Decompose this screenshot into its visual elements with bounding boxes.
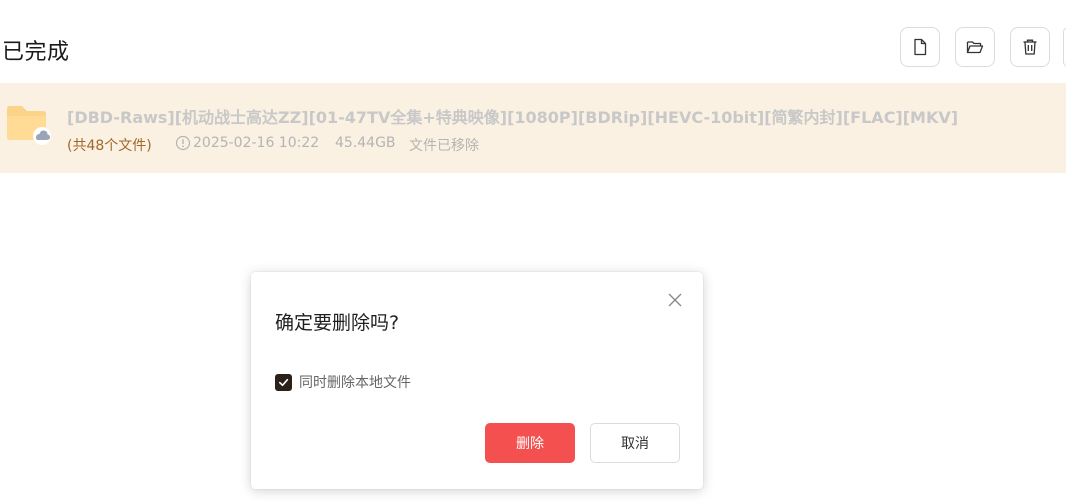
confirm-delete-dialog: 确定要删除吗? 同时删除本地文件 删除 取消: [251, 272, 703, 489]
header-bar: 已完成: [0, 0, 1066, 82]
close-icon[interactable]: [667, 292, 683, 308]
delete-button[interactable]: [1010, 27, 1050, 67]
trash-icon: [1023, 39, 1037, 55]
delete-local-files-checkbox[interactable]: [275, 373, 292, 391]
open-folder-button[interactable]: [955, 27, 995, 67]
checkbox-label: 同时删除本地文件: [299, 375, 411, 391]
confirm-delete-button[interactable]: 删除: [485, 423, 575, 463]
delete-local-files-option[interactable]: 同时删除本地文件: [275, 372, 411, 392]
task-time-text: 2025-02-16 10:22: [193, 135, 320, 151]
task-name: [DBD-Raws][机动战士高达ZZ][01-47TV全集+特典映像][108…: [67, 108, 959, 127]
file-count: (共48个文件): [67, 138, 152, 154]
file-icon: [914, 38, 927, 56]
new-file-button[interactable]: [900, 27, 940, 67]
dialog-title: 确定要删除吗?: [275, 312, 400, 334]
page-title: 已完成: [2, 40, 70, 65]
task-status: 文件已移除: [409, 138, 479, 154]
task-row[interactable]: [0, 83, 1066, 173]
folder-open-icon: [966, 41, 984, 54]
task-size: 45.44GB: [335, 135, 396, 151]
check-icon: [279, 378, 289, 386]
task-time: 2025-02-16 10:22: [175, 135, 319, 151]
info-icon: [175, 135, 191, 151]
cancel-button[interactable]: 取消: [590, 423, 680, 463]
folder-cloud-icon: [7, 106, 51, 145]
